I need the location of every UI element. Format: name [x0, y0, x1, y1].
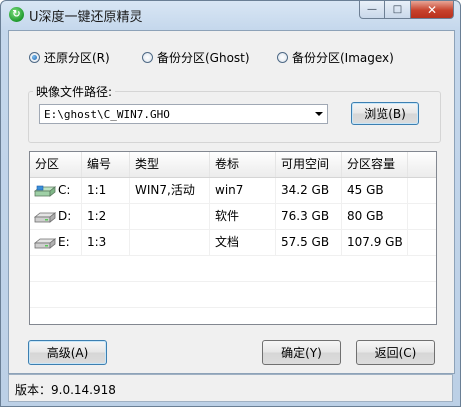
- radio-backup-ghost-label: 备份分区(Ghost): [157, 51, 250, 65]
- caption-buttons: — □ ✕: [359, 1, 454, 20]
- cell-drive: D:: [30, 204, 82, 229]
- status-bar: 版本：9.0.14.918: [8, 374, 453, 402]
- column-header-capacity[interactable]: 分区容量: [342, 152, 408, 177]
- column-header-free-space[interactable]: 可用空间: [276, 152, 342, 177]
- maximize-button[interactable]: □: [385, 1, 411, 19]
- cell-capacity: 80 GB: [342, 204, 408, 229]
- chevron-down-icon[interactable]: [315, 112, 323, 116]
- cell-label: 文档: [210, 230, 276, 255]
- cell-number: 1:3: [82, 230, 130, 255]
- cell-free-space: 57.5 GB: [276, 230, 342, 255]
- browse-button[interactable]: 浏览(B): [351, 102, 419, 125]
- image-path-combobox[interactable]: E:\ghost\C_WIN7.GHO: [39, 104, 328, 124]
- system-drive-icon: [34, 185, 56, 197]
- cell-capacity: 45 GB: [342, 178, 408, 203]
- cell-capacity: 107.9 GB: [342, 230, 408, 255]
- client-area: 还原分区(R) 备份分区(Ghost) 备份分区(Imagex) 映像文件路径:…: [8, 30, 455, 374]
- table-row[interactable]: D: 1:2 软件 76.3 GB 80 GB: [30, 204, 436, 230]
- cell-number: 1:1: [82, 178, 130, 203]
- cell-type: WIN7,活动: [130, 178, 210, 203]
- radio-backup-ghost-indicator[interactable]: [142, 52, 153, 63]
- cell-drive: E:: [30, 230, 82, 255]
- image-path-group-label: 映像文件路径:: [33, 83, 116, 100]
- cell-label: win7: [210, 178, 276, 203]
- radio-backup-imagex-indicator[interactable]: [277, 52, 288, 63]
- table-row-empty: [30, 256, 436, 282]
- image-path-group: 映像文件路径: E:\ghost\C_WIN7.GHO 浏览(B): [28, 83, 441, 143]
- table-row[interactable]: C: 1:1 WIN7,活动 win7 34.2 GB 45 GB: [30, 178, 436, 204]
- table-row[interactable]: E: 1:3 文档 57.5 GB 107.9 GB: [30, 230, 436, 256]
- cell-drive: C:: [30, 178, 82, 203]
- radio-backup-imagex[interactable]: 备份分区(Imagex): [277, 49, 394, 66]
- drive-letter: E:: [58, 235, 70, 249]
- column-header-label[interactable]: 卷标: [210, 152, 276, 177]
- cell-label: 软件: [210, 204, 276, 229]
- app-logo-icon: ↻: [9, 7, 24, 22]
- window-title: U深度一键还原精灵: [29, 10, 143, 25]
- column-header-number[interactable]: 编号: [82, 152, 130, 177]
- image-path-value: E:\ghost\C_WIN7.GHO: [44, 108, 170, 121]
- title-bar[interactable]: ↻ U深度一键还原精灵 — □ ✕: [1, 1, 460, 29]
- radio-restore[interactable]: 还原分区(R): [29, 49, 110, 66]
- column-header-partition[interactable]: 分区: [30, 152, 82, 177]
- table-row-empty: [30, 282, 436, 308]
- cell-free-space: 34.2 GB: [276, 178, 342, 203]
- hard-drive-icon: [34, 212, 56, 223]
- cell-free-space: 76.3 GB: [276, 204, 342, 229]
- radio-backup-ghost[interactable]: 备份分区(Ghost): [142, 49, 250, 66]
- radio-backup-imagex-label: 备份分区(Imagex): [292, 51, 394, 65]
- table-header: 分区 编号 类型 卷标 可用空间 分区容量: [30, 152, 436, 178]
- radio-restore-label: 还原分区(R): [44, 51, 110, 65]
- advanced-button[interactable]: 高级(A): [28, 340, 107, 365]
- version-text: 版本：9.0.14.918: [15, 383, 116, 397]
- partition-table[interactable]: 分区 编号 类型 卷标 可用空间 分区容量 C: 1:1 WIN7,活动 win…: [29, 151, 437, 325]
- back-button[interactable]: 返回(C): [356, 340, 435, 365]
- minimize-button[interactable]: —: [359, 1, 385, 19]
- main-window: ↻ U深度一键还原精灵 — □ ✕ 还原分区(R) 备份分区(Ghost) 备份…: [0, 0, 461, 407]
- hard-drive-icon: [34, 238, 56, 249]
- radio-restore-indicator[interactable]: [29, 52, 40, 63]
- drive-letter: D:: [58, 209, 72, 223]
- cell-type: [130, 204, 210, 229]
- cell-number: 1:2: [82, 204, 130, 229]
- cell-type: [130, 230, 210, 255]
- drive-letter: C:: [58, 183, 71, 197]
- column-header-type[interactable]: 类型: [130, 152, 210, 177]
- close-button[interactable]: ✕: [411, 1, 454, 19]
- ok-button[interactable]: 确定(Y): [262, 340, 341, 365]
